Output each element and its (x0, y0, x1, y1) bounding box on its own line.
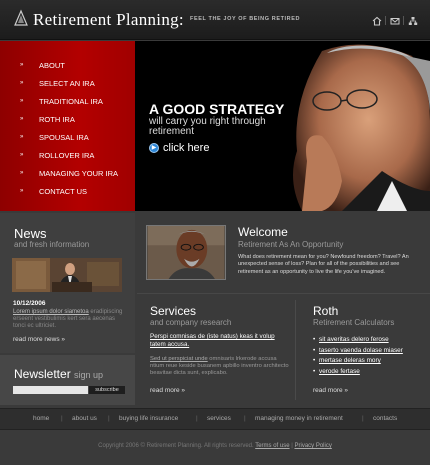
nav-item-label: TRADITIONAL IRA (39, 96, 103, 106)
nav-item-rollover-ira[interactable]: » ROLLOVER IRA (0, 147, 135, 163)
welcome-text: What does retirement mean for you? Newfo… (238, 254, 409, 275)
nav-bullet: » (20, 98, 24, 104)
services-title: Services (150, 304, 197, 318)
newsletter-title-suffix: sign up (74, 370, 104, 380)
roth-link-label: verode fertase (319, 367, 360, 375)
news-text: Lorem ipsum dolor siametoa eradipiscing … (13, 309, 128, 330)
services-text: Sed ut perspiciat unde omnisaris lrkerod… (150, 356, 290, 377)
newsletter-email-input[interactable] (13, 386, 88, 394)
roth-read-more-link[interactable]: read more » (313, 387, 348, 394)
nav-bullet: » (20, 134, 24, 140)
site-title: Retirement Planning: (33, 10, 184, 29)
mail-icon[interactable] (390, 16, 400, 26)
footer-link-managing-money[interactable]: managing money in retirement (255, 415, 343, 422)
footer-separator: | (196, 415, 198, 422)
news-subtitle: and fresh information (14, 240, 90, 249)
footer-separator: | (362, 415, 364, 422)
subscribe-button[interactable]: subscribe (89, 386, 125, 394)
welcome-title: Welcome (238, 225, 288, 239)
hero-subtitle: will carry you right through retirement (149, 116, 266, 137)
footer-link-buying-life-insurance[interactable]: buying life insurance (119, 415, 178, 422)
nav-item-spousal-ira[interactable]: » SPOUSAL IRA (0, 129, 135, 145)
privacy-policy-link[interactable]: Privacy Policy (294, 443, 331, 449)
nav-item-label: MANAGING YOUR IRA (39, 168, 119, 178)
nav-item-label: CONTACT US (39, 186, 88, 196)
roth-link-label: taserto vaenda dolase miaser (319, 346, 403, 354)
nav-item-label: ROTH IRA (39, 114, 75, 124)
section-divider (137, 293, 430, 294)
nav-item-roth-ira[interactable]: » ROTH IRA (0, 111, 135, 127)
nav-item-managing-ira[interactable]: » MANAGING YOUR IRA (0, 165, 135, 181)
nav-item-about[interactable]: » ABOUT (0, 57, 135, 73)
arrow-right-icon: ▶ (149, 143, 159, 153)
nav-item-label: SPOUSAL IRA (39, 132, 89, 142)
main-nav: » ABOUT » SELECT AN IRA » TRADITIONAL IR… (0, 41, 135, 211)
nav-bullet: » (20, 188, 24, 194)
nav-bullet: » (20, 116, 24, 122)
roth-subtitle: Retirement Calculators (313, 318, 395, 327)
roth-link[interactable]: • verode fertase (313, 368, 403, 379)
roth-link-list: • sit averitas delero ferose • taserto vae… (313, 336, 403, 378)
hero-photo (282, 41, 430, 211)
roth-link-label: sit averitas delero ferose (319, 336, 389, 343)
roth-link-label: mertase deleras mory (319, 357, 381, 364)
terms-of-use-link[interactable]: Terms of use (255, 443, 289, 449)
roth-title: Roth (313, 304, 339, 318)
sitemap-icon[interactable] (408, 16, 418, 26)
nav-item-label: ABOUT (39, 60, 65, 70)
footer-link-about-us[interactable]: about us (72, 415, 97, 422)
news-lead-link[interactable]: Lorem ipsum dolor siametoa (13, 309, 89, 315)
newsletter-title-main: Newsletter (14, 367, 71, 381)
roth-link[interactable]: • mertase deleras mory (313, 357, 403, 368)
logo-icon (14, 9, 28, 26)
welcome-subtitle: Retirement As An Opportunity (238, 240, 344, 249)
copyright-text: Copyright 2006 © Retirement Planning. Al… (98, 443, 254, 449)
services-read-more-link[interactable]: read more » (150, 387, 185, 394)
nav-item-label: SELECT AN IRA (39, 78, 95, 88)
column-divider (295, 300, 296, 400)
site-tagline: FEEL THE JOY OF BEING RETIRED (190, 16, 301, 22)
nav-item-label: ROLLOVER IRA (39, 150, 95, 160)
nav-bullet: » (20, 152, 24, 158)
nav-bullet: » (20, 62, 24, 68)
hero-cta-link[interactable]: ▶ click here (149, 142, 209, 154)
footer-link-services[interactable]: services (207, 415, 231, 422)
roth-link[interactable]: • taserto vaenda dolase miaser (313, 347, 403, 358)
services-text-link[interactable]: Sed ut perspiciat unde (150, 356, 208, 362)
services-subtitle: and company research (150, 318, 232, 327)
footer-link-home[interactable]: home (33, 415, 49, 422)
nav-item-contact-us[interactable]: » CONTACT US (0, 183, 135, 199)
nav-bullet: » (20, 170, 24, 176)
nav-item-traditional-ira[interactable]: » TRADITIONAL IRA (0, 93, 135, 109)
home-icon[interactable] (372, 16, 382, 26)
roth-link[interactable]: • sit averitas delero ferose (313, 336, 403, 347)
news-date: 10/12/2006 (13, 300, 46, 307)
footer-link-contacts[interactable]: contacts (373, 415, 397, 422)
footer-separator: | (291, 443, 293, 449)
hero-cta-label: click here (163, 142, 210, 154)
footer-separator: | (61, 415, 63, 422)
copyright: Copyright 2006 © Retirement Planning. Al… (0, 443, 430, 449)
header-separator (385, 16, 386, 25)
news-photo (12, 258, 122, 292)
footer-separator: | (244, 415, 246, 422)
hero-banner: » ABOUT » SELECT AN IRA » TRADITIONAL IR… (0, 41, 430, 211)
header-separator (403, 16, 404, 25)
read-more-news-link[interactable]: read more news » (13, 336, 65, 343)
welcome-photo (146, 225, 226, 280)
newsletter-title: Newsletter sign up (14, 367, 103, 381)
site-header: Retirement Planning: FEEL THE JOY OF BEI… (0, 0, 430, 40)
footer-separator: | (108, 415, 110, 422)
nav-bullet: » (20, 80, 24, 86)
nav-item-select-ira[interactable]: » SELECT AN IRA (0, 75, 135, 91)
hero-headline: A GOOD STRATEGY (149, 101, 285, 117)
services-lead-link[interactable]: Perspi comnisas de (iste natus) keas it … (150, 333, 290, 348)
news-title: News (14, 226, 47, 241)
